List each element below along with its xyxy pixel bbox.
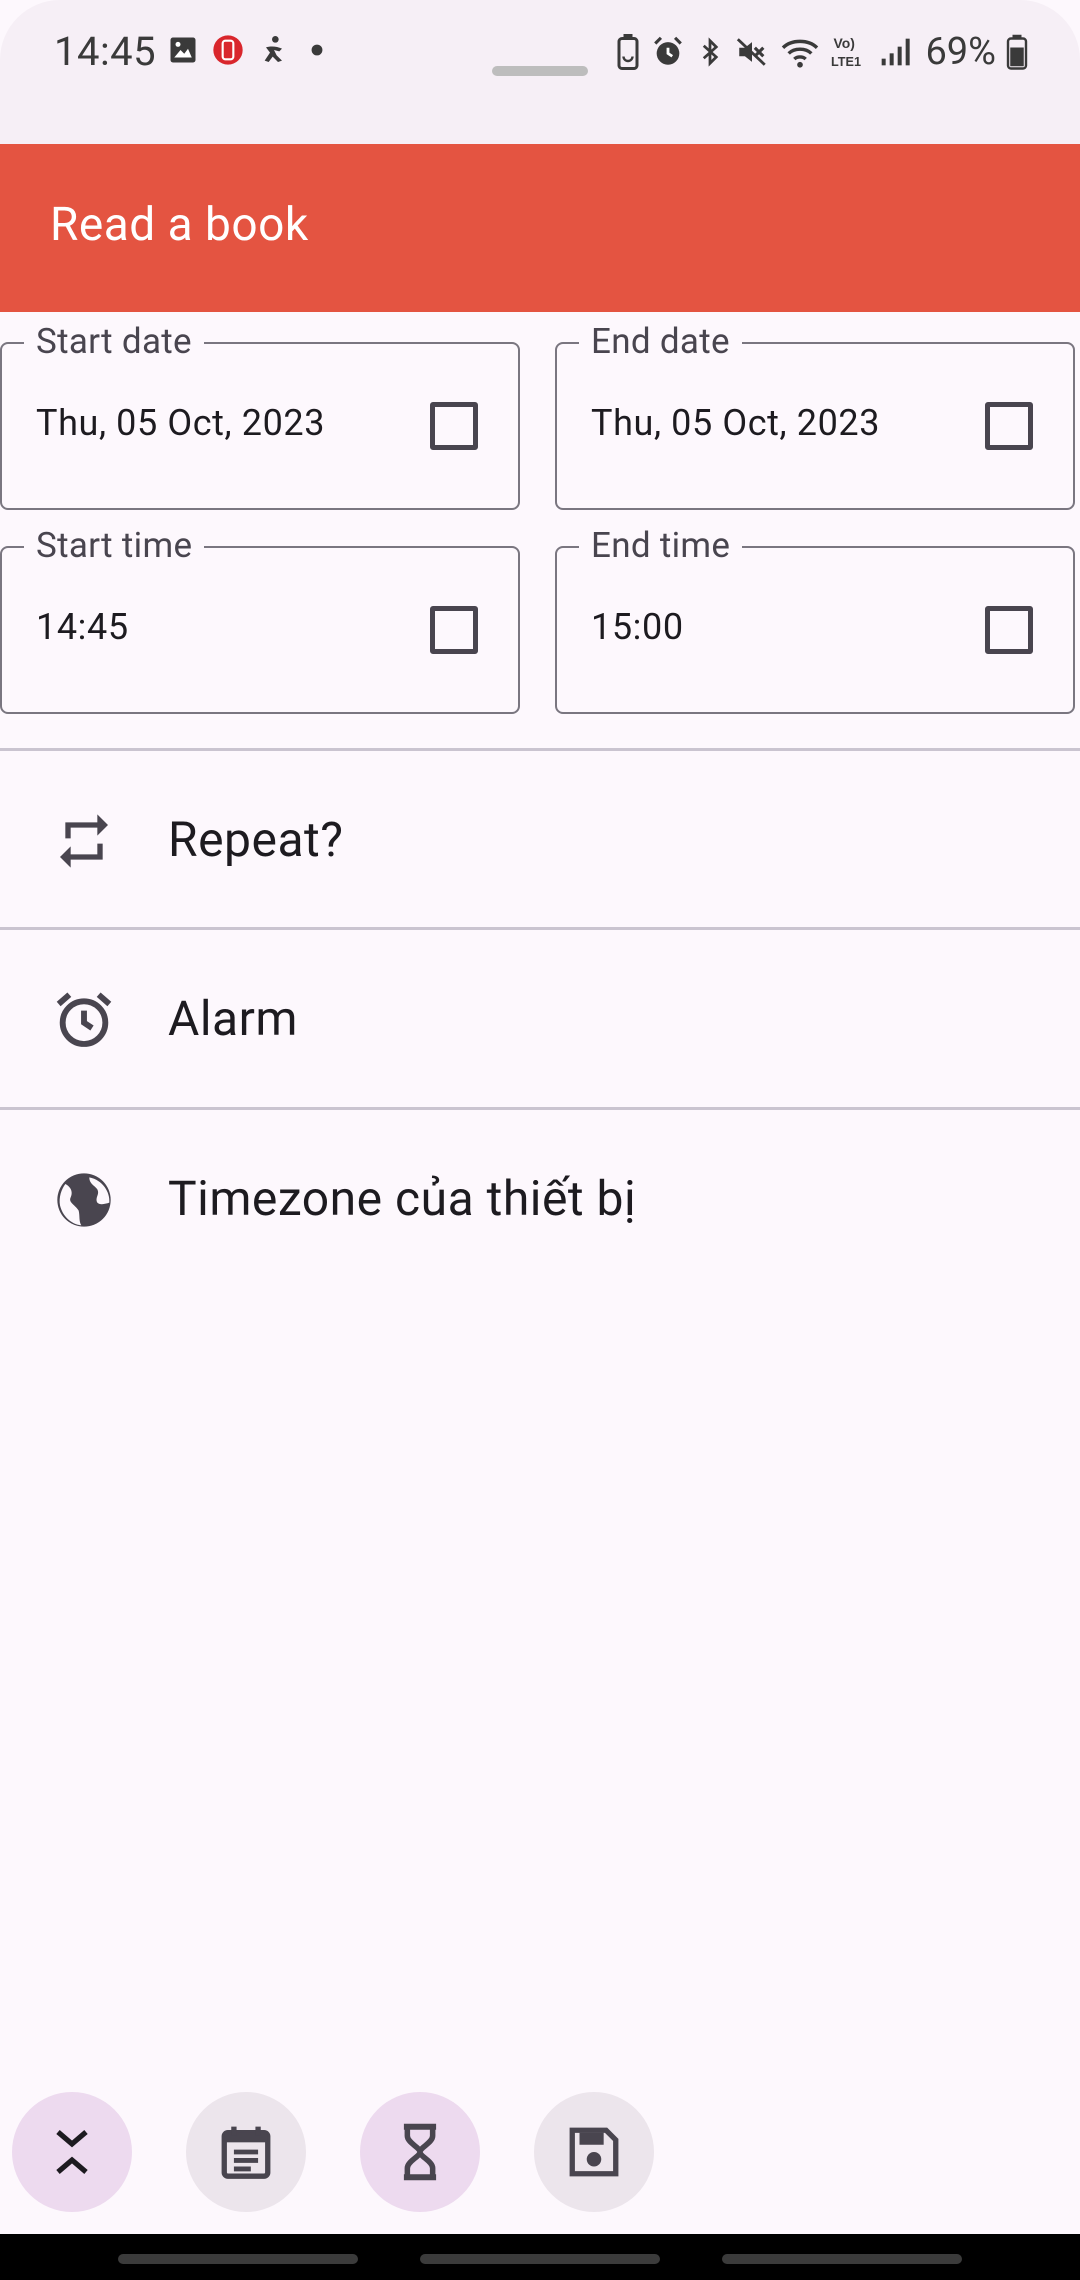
wifi-icon — [782, 39, 819, 68]
save-icon — [569, 2127, 619, 2177]
end-date-value: Thu, 05 Oct, 2023 — [591, 402, 881, 444]
dot-icon — [311, 44, 323, 56]
globe-icon — [57, 1173, 111, 1227]
mute-icon — [737, 38, 767, 66]
status-bar: 14:45 Vo) LTE1 69% — [0, 0, 1080, 100]
alarm-row[interactable]: Alarm — [0, 930, 1080, 1106]
status-right-icons: Vo) LTE1 69% — [615, 30, 1028, 74]
alarm-icon — [654, 36, 683, 65]
repeat-label: Repeat? — [168, 811, 344, 868]
repeat-row[interactable]: Repeat? — [0, 751, 1080, 927]
timezone-label: Timezone của thiết bị — [168, 1170, 637, 1227]
calendar-button[interactable] — [186, 2092, 306, 2212]
collapse-button[interactable] — [12, 2092, 132, 2212]
battery-icon — [1006, 34, 1028, 70]
signal-icon — [882, 38, 911, 66]
screen: 14:45 Vo) LTE1 69% Read a book Start date… — [0, 0, 1080, 2280]
start-time-checkbox[interactable] — [430, 606, 478, 654]
status-bar-fill — [0, 100, 1080, 144]
alarm-clock-icon — [56, 992, 112, 1047]
hourglass-icon — [403, 2123, 437, 2181]
end-date-label: End date — [579, 320, 742, 364]
bluetooth-icon — [703, 37, 719, 67]
nav-handle-left[interactable] — [118, 2254, 358, 2264]
save-button[interactable] — [534, 2092, 654, 2212]
collapse-icon — [56, 2130, 88, 2174]
status-left-icons — [168, 34, 330, 66]
start-date-checkbox[interactable] — [430, 402, 478, 450]
battery-percent: 69% — [925, 30, 996, 74]
svg-text:LTE1: LTE1 — [831, 55, 861, 69]
start-date-field[interactable]: Start date Thu, 05 Oct, 2023 — [0, 320, 520, 510]
timezone-row[interactable]: Timezone của thiết bị — [0, 1110, 1080, 1286]
duration-button[interactable] — [360, 2092, 480, 2212]
drag-handle[interactable] — [492, 66, 588, 76]
accessibility-icon — [264, 36, 282, 62]
battery-saver-icon — [617, 34, 639, 70]
status-time: 14:45 — [54, 28, 157, 75]
system-nav-bar — [0, 2234, 1080, 2280]
nav-handle-center[interactable] — [420, 2254, 660, 2264]
calendar-icon — [221, 2126, 271, 2179]
app-notification-icon — [213, 35, 243, 65]
end-time-field[interactable]: End time 15:00 — [555, 524, 1075, 714]
end-date-checkbox[interactable] — [985, 402, 1033, 450]
end-date-field[interactable]: End date Thu, 05 Oct, 2023 — [555, 320, 1075, 510]
alarm-label: Alarm — [168, 990, 298, 1047]
start-time-field[interactable]: Start time 14:45 — [0, 524, 520, 714]
start-date-label: Start date — [24, 320, 204, 364]
end-time-checkbox[interactable] — [985, 606, 1033, 654]
svg-text:Vo): Vo) — [834, 35, 855, 51]
end-time-label: End time — [579, 524, 743, 568]
start-time-value: 14:45 — [36, 606, 129, 648]
page-title: Read a book — [50, 198, 309, 252]
repeat-icon — [60, 814, 108, 868]
volte-icon: Vo) LTE1 — [831, 35, 861, 69]
end-time-value: 15:00 — [591, 606, 684, 648]
image-icon — [170, 37, 196, 63]
start-date-value: Thu, 05 Oct, 2023 — [36, 402, 326, 444]
nav-handle-right[interactable] — [722, 2254, 962, 2264]
start-time-label: Start time — [24, 524, 205, 568]
